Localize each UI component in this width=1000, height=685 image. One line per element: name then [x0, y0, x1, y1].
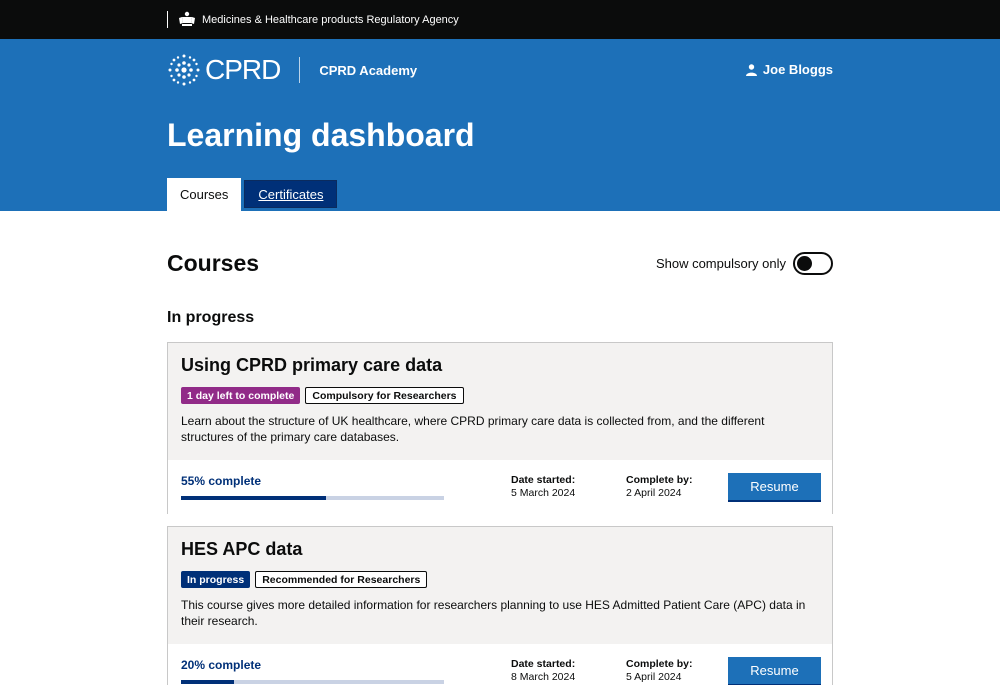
compulsory-filter[interactable]: Show compulsory only [656, 252, 833, 275]
in-progress-heading: In progress [167, 309, 255, 326]
course-footer: 55% complete Date started: 5 March 2024 … [168, 460, 832, 514]
status-tag: In progress [181, 571, 251, 588]
brand: CPRD CPRD Academy [167, 53, 417, 87]
audience-tag: Compulsory for Researchers [305, 387, 464, 404]
compulsory-toggle[interactable] [793, 252, 833, 275]
toggle-label: Show compulsory only [655, 256, 786, 271]
user-account[interactable]: Joe Bloggs [745, 62, 833, 77]
agency-bar: Medicines & Healthcare products Regulato… [0, 0, 1000, 39]
progress-bar [181, 496, 444, 500]
agency-divider [167, 11, 168, 28]
complete-by: Complete by: 5 April 2024 [626, 658, 693, 684]
course-footer: 20% complete Date started: 8 March 2024 … [168, 644, 832, 685]
course-title[interactable]: Using CPRD primary care data [181, 355, 442, 376]
user-icon [745, 63, 757, 76]
date-started: Date started: 5 March 2024 [511, 474, 575, 500]
course-title[interactable]: HES APC data [181, 539, 302, 560]
agency-name: Medicines & Healthcare products Regulato… [202, 13, 459, 26]
complete-by-label: Complete by: [626, 474, 693, 486]
page-title: Learning dashboard [167, 117, 475, 153]
service-name[interactable]: CPRD Academy [319, 63, 417, 78]
course-card: HES APC data In progress Recommended for… [167, 526, 833, 685]
course-tags: In progress Recommended for Researchers [181, 571, 428, 588]
date-started-value: 8 March 2024 [511, 671, 576, 683]
tab-certificates[interactable]: Certificates [244, 180, 338, 208]
complete-by: Complete by: 2 April 2024 [626, 474, 693, 500]
complete-by-label: Complete by: [626, 658, 693, 670]
audience-tag: Recommended for Researchers [255, 571, 428, 588]
dashboard-tabs: Courses Certificates [167, 178, 338, 211]
royal-crest-icon [179, 11, 195, 26]
course-description: Learn about the structure of UK healthca… [181, 414, 765, 444]
course-description: This course gives more detailed informat… [181, 598, 806, 628]
date-started-value: 5 March 2024 [511, 487, 576, 499]
progress-label: 20% complete [181, 658, 262, 672]
brand-name[interactable]: CPRD [205, 54, 281, 86]
progress-bar [181, 680, 444, 684]
user-name: Joe Bloggs [762, 62, 833, 77]
agency-branding[interactable]: Medicines & Healthcare products Regulato… [167, 11, 459, 28]
tab-courses[interactable]: Courses [167, 178, 242, 211]
complete-by-value: 5 April 2024 [626, 671, 682, 683]
progress-label: 55% complete [181, 474, 262, 488]
resume-button[interactable]: Resume [728, 473, 821, 500]
resume-button[interactable]: Resume [728, 657, 821, 684]
date-started-label: Date started: [511, 658, 576, 670]
date-started-label: Date started: [511, 474, 576, 486]
toggle-knob [797, 256, 812, 271]
progress-fill [181, 680, 234, 684]
status-tag: 1 day left to complete [181, 387, 301, 404]
complete-by-value: 2 April 2024 [626, 487, 682, 499]
course-card: Using CPRD primary care data 1 day left … [167, 342, 833, 514]
progress-fill [181, 496, 326, 500]
course-tags: 1 day left to complete Compulsory for Re… [181, 387, 464, 404]
date-started: Date started: 8 March 2024 [511, 658, 575, 684]
cprd-dots-logo-icon[interactable] [167, 53, 201, 87]
courses-heading: Courses [167, 250, 260, 276]
site-header: CPRD CPRD Academy Joe Bloggs Learning da… [0, 39, 1000, 211]
brand-divider [299, 57, 301, 83]
